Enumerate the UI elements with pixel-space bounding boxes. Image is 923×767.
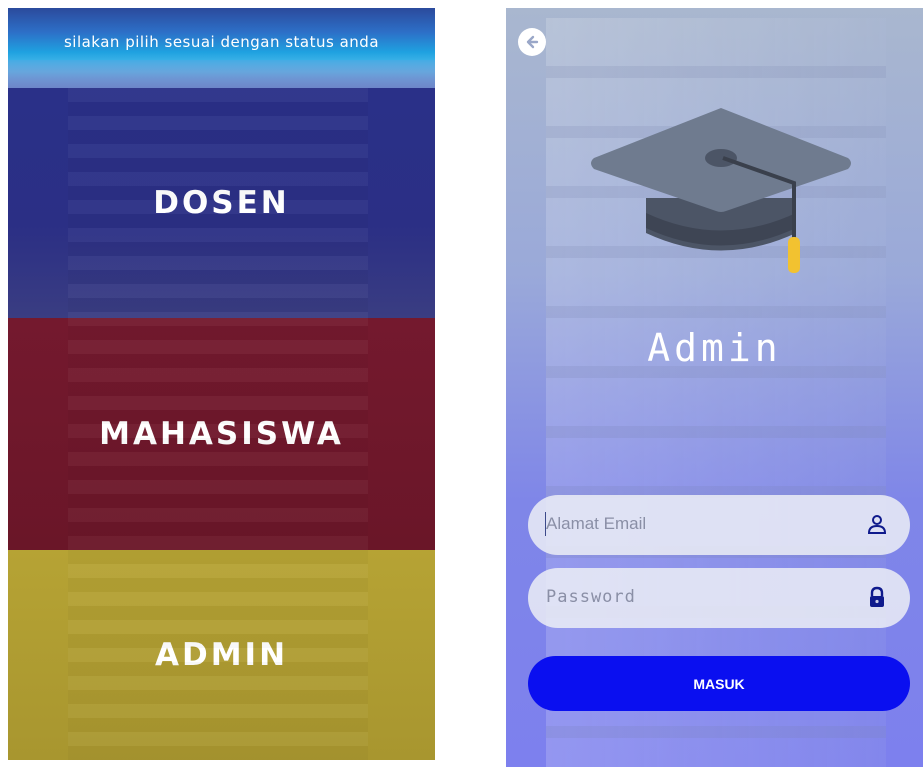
- admin-login-screen: Admin Alamat Email Password MASUK: [506, 8, 923, 767]
- header-banner: silakan pilih sesuai dengan status anda: [8, 8, 435, 88]
- login-button-label: MASUK: [693, 675, 745, 692]
- lock-icon: [870, 586, 884, 607]
- banner-wave: [8, 60, 435, 88]
- password-field[interactable]: Password: [528, 568, 910, 628]
- admin-option[interactable]: ADMIN: [8, 550, 435, 760]
- dosen-option[interactable]: DOSEN: [8, 88, 435, 318]
- page-title: Admin: [647, 326, 782, 370]
- mahasiswa-option[interactable]: MAHASISWA: [8, 318, 435, 550]
- arrow-left-icon: [526, 35, 539, 49]
- password-placeholder: Password: [546, 587, 636, 607]
- user-icon: [867, 515, 887, 534]
- role-select-screen: silakan pilih sesuai dengan status anda …: [8, 8, 435, 760]
- back-button[interactable]: [518, 28, 546, 56]
- graduation-cap-icon: [591, 108, 851, 273]
- mahasiswa-label: MAHASISWA: [99, 416, 344, 452]
- dosen-label: DOSEN: [153, 185, 290, 221]
- admin-label: ADMIN: [154, 637, 289, 673]
- email-field[interactable]: Alamat Email: [528, 495, 910, 555]
- banner-instruction: silakan pilih sesuai dengan status anda: [63, 33, 380, 51]
- login-button[interactable]: MASUK: [528, 656, 910, 711]
- email-placeholder: Alamat Email: [546, 514, 647, 533]
